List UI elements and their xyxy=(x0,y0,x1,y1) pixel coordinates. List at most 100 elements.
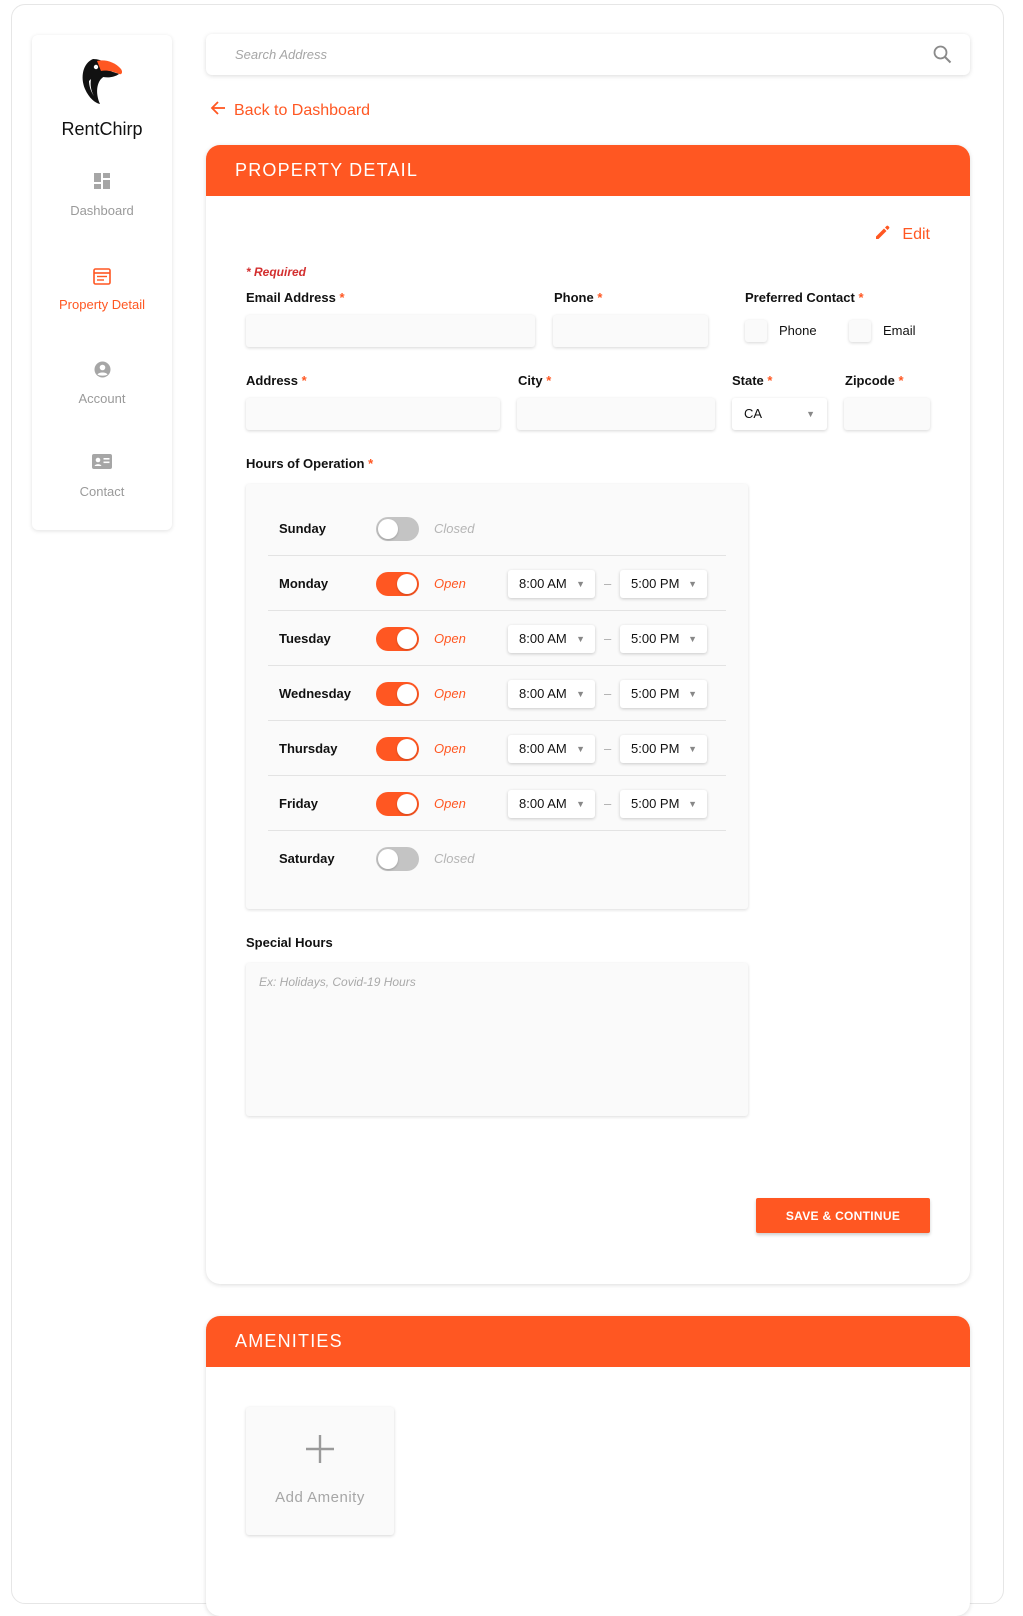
sidebar-item-label: Property Detail xyxy=(59,297,145,312)
day-status: Open xyxy=(434,686,466,701)
special-hours-label: Special Hours xyxy=(246,935,333,950)
day-name: Tuesday xyxy=(279,631,331,646)
hours-row-saturday: Saturday Closed xyxy=(268,831,726,886)
search-icon[interactable] xyxy=(933,45,952,69)
wednesday-close-time-select[interactable]: 5:00 PM ▼ xyxy=(620,680,707,708)
amenities-header: AMENITIES xyxy=(206,1316,970,1367)
city-field[interactable] xyxy=(517,398,715,430)
dashboard-icon xyxy=(32,173,172,193)
wednesday-toggle[interactable] xyxy=(376,682,419,706)
hours-row-monday: Monday Open 8:00 AM ▼ – 5:00 PM ▼ xyxy=(268,556,726,611)
sidebar-item-contact[interactable]: Contact xyxy=(32,454,172,499)
monday-toggle[interactable] xyxy=(376,572,419,596)
day-name: Thursday xyxy=(279,741,338,756)
zipcode-label: Zipcode * xyxy=(845,373,904,388)
time-separator: – xyxy=(604,686,612,701)
caret-down-icon: ▼ xyxy=(688,799,697,809)
day-status: Closed xyxy=(434,851,475,866)
tuesday-close-time-select[interactable]: 5:00 PM ▼ xyxy=(620,625,707,653)
phone-field[interactable] xyxy=(553,315,708,347)
time-separator: – xyxy=(604,576,612,591)
thursday-open-time-select[interactable]: 8:00 AM ▼ xyxy=(508,735,595,763)
sidebar-item-property-detail[interactable]: Property Detail xyxy=(32,267,172,312)
day-status: Closed xyxy=(434,521,475,536)
friday-close-time-select[interactable]: 5:00 PM ▼ xyxy=(620,790,707,818)
day-name: Sunday xyxy=(279,521,326,536)
preferred-contact-phone-checkbox[interactable] xyxy=(745,320,767,342)
sidebar-item-account[interactable]: Account xyxy=(32,361,172,406)
hours-row-wednesday: Wednesday Open 8:00 AM ▼ – 5:00 PM ▼ xyxy=(268,666,726,721)
add-amenity-button[interactable]: Add Amenity xyxy=(246,1407,394,1535)
caret-down-icon: ▼ xyxy=(576,689,585,699)
search-input[interactable] xyxy=(206,34,926,75)
preferred-contact-email-checkbox[interactable] xyxy=(849,320,871,342)
caret-down-icon: ▼ xyxy=(688,579,697,589)
hours-row-thursday: Thursday Open 8:00 AM ▼ – 5:00 PM ▼ xyxy=(268,721,726,776)
sidebar-item-label: Contact xyxy=(79,484,125,499)
hours-row-sunday: Sunday Closed xyxy=(268,501,726,556)
sidebar-item-label: Account xyxy=(78,391,126,406)
caret-down-icon: ▼ xyxy=(688,744,697,754)
caret-down-icon: ▼ xyxy=(688,689,697,699)
day-status: Open xyxy=(434,631,466,646)
friday-toggle[interactable] xyxy=(376,792,419,816)
sidebar-item-dashboard[interactable]: Dashboard xyxy=(32,173,172,218)
required-note: * Required xyxy=(246,265,307,279)
sunday-toggle[interactable] xyxy=(376,517,419,541)
add-amenity-label: Add Amenity xyxy=(275,1489,365,1506)
caret-down-icon: ▼ xyxy=(576,744,585,754)
back-to-dashboard-link[interactable]: Back to Dashboard xyxy=(210,101,370,120)
day-name: Saturday xyxy=(279,851,335,866)
day-status: Open xyxy=(434,576,466,591)
tuesday-open-time-select[interactable]: 8:00 AM ▼ xyxy=(508,625,595,653)
save-continue-button[interactable]: SAVE & CONTINUE xyxy=(756,1198,930,1233)
email-field[interactable] xyxy=(246,315,535,347)
day-status: Open xyxy=(434,796,466,811)
pencil-icon xyxy=(875,225,890,245)
property-detail-header: PROPERTY DETAIL xyxy=(206,145,970,196)
phone-label: Phone * xyxy=(554,290,603,305)
wednesday-open-time-select[interactable]: 8:00 AM ▼ xyxy=(508,680,595,708)
search-bar xyxy=(206,34,970,75)
property-detail-icon xyxy=(32,267,172,287)
hours-label: Hours of Operation * xyxy=(246,456,374,471)
day-name: Wednesday xyxy=(279,686,352,701)
special-hours-textarea[interactable] xyxy=(246,963,748,1116)
monday-close-time-select[interactable]: 5:00 PM ▼ xyxy=(620,570,707,598)
friday-open-time-select[interactable]: 8:00 AM ▼ xyxy=(508,790,595,818)
state-select[interactable]: CA ▼ xyxy=(732,398,827,430)
tuesday-toggle[interactable] xyxy=(376,627,419,651)
property-detail-card: PROPERTY DETAIL Edit * Required Email Ad… xyxy=(206,145,970,1284)
state-label: State * xyxy=(732,373,773,388)
email-label: Email Address * xyxy=(246,290,345,305)
city-label: City * xyxy=(518,373,552,388)
thursday-close-time-select[interactable]: 5:00 PM ▼ xyxy=(620,735,707,763)
preferred-contact-label: Preferred Contact * xyxy=(745,290,864,305)
caret-down-icon: ▼ xyxy=(576,579,585,589)
edit-button[interactable]: Edit xyxy=(875,225,930,245)
plus-icon xyxy=(306,1435,334,1463)
contact-card-icon xyxy=(32,454,172,474)
time-separator: – xyxy=(604,741,612,756)
sidebar: RentChirp Dashboard Property Detail Acco… xyxy=(32,35,172,530)
monday-open-time-select[interactable]: 8:00 AM ▼ xyxy=(508,570,595,598)
arrow-left-icon xyxy=(210,101,226,120)
hours-panel: Sunday Closed Monday Open 8:00 AM ▼ – 5:0… xyxy=(246,484,748,909)
address-label: Address * xyxy=(246,373,307,388)
brand-name: RentChirp xyxy=(61,119,143,139)
address-field[interactable] xyxy=(246,398,500,430)
thursday-toggle[interactable] xyxy=(376,737,419,761)
back-link-label: Back to Dashboard xyxy=(234,101,371,119)
amenities-card: AMENITIES Add Amenity xyxy=(206,1316,970,1616)
preferred-contact-phone-label: Phone xyxy=(779,323,817,338)
zipcode-field[interactable] xyxy=(844,398,930,430)
day-status: Open xyxy=(434,741,466,756)
day-name: Friday xyxy=(279,796,319,811)
saturday-toggle[interactable] xyxy=(376,847,419,871)
sidebar-item-label: Dashboard xyxy=(70,203,134,218)
toucan-logo-icon xyxy=(32,55,172,105)
time-separator: – xyxy=(604,631,612,646)
day-name: Monday xyxy=(279,576,329,591)
state-value: CA xyxy=(744,406,763,421)
edit-label: Edit xyxy=(902,226,930,243)
